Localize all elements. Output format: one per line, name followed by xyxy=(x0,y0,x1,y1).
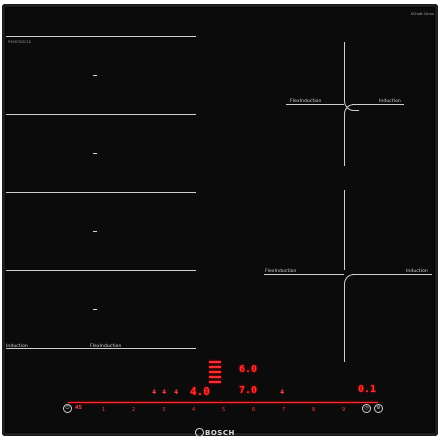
left-zone-divider-1 xyxy=(6,114,196,115)
scale-tick-5[interactable]: 5 xyxy=(222,407,225,413)
scale-tick-8[interactable]: 8 xyxy=(312,407,315,413)
zone-indicator-bar-2[interactable] xyxy=(209,366,221,368)
secondary-power-display: 7.0 xyxy=(239,385,258,396)
cooktop-surface: PXE875DC1E SChott Ceran Induction FlexIn… xyxy=(2,4,438,437)
zone-marker-3[interactable] xyxy=(93,231,97,232)
right-bottom-vertical-lower xyxy=(344,284,345,362)
scale-tick-4[interactable]: 4 xyxy=(192,407,195,413)
scale-tick-7[interactable]: 7 xyxy=(282,407,285,413)
left-zone-divider-2 xyxy=(6,192,196,193)
zone-marker-2[interactable] xyxy=(93,153,97,154)
power-button-icon[interactable]: ⏻ xyxy=(63,404,72,413)
right-top-vertical xyxy=(344,42,345,100)
left-small-display: 45 xyxy=(75,405,82,411)
zone-indicator-bar-5[interactable] xyxy=(209,381,221,383)
right-bottom-vertical xyxy=(344,190,345,270)
power-slider[interactable] xyxy=(68,402,378,403)
left-flexinduction-label: FlexInduction xyxy=(90,344,122,349)
zone-indicator-bar-4[interactable] xyxy=(209,376,221,378)
right-bottom-induction-label: Induction xyxy=(406,269,428,274)
zone-marker-1[interactable] xyxy=(93,75,97,76)
scale-tick-2[interactable]: 2 xyxy=(132,407,135,413)
right-bottom-horizontal-left xyxy=(264,274,344,275)
scale-tick-6[interactable]: 6 xyxy=(252,407,255,413)
zone-label-1[interactable]: 4 xyxy=(152,389,156,396)
left-induction-label: Induction xyxy=(6,344,28,349)
zone-marker-4[interactable] xyxy=(93,309,97,310)
scale-tick-1[interactable]: 1 xyxy=(102,407,105,413)
model-code: PXE875DC1E xyxy=(8,40,31,44)
settings-button-icon[interactable]: ⚙ xyxy=(374,404,383,413)
right-top-flex-label: FlexInduction xyxy=(290,99,322,104)
timer-display: 0.1 xyxy=(358,384,377,395)
right-top-induction-label: Induction xyxy=(379,99,401,104)
main-power-display: 4.0 xyxy=(190,385,210,398)
zone-label-4[interactable]: 4 xyxy=(280,389,284,396)
right-bottom-flex-label: FlexInduction xyxy=(265,269,297,274)
upper-power-display: 6.0 xyxy=(239,364,258,375)
bosch-logo-icon xyxy=(195,428,204,437)
zone-indicator-bar-1[interactable] xyxy=(209,361,221,363)
left-zone-divider-3 xyxy=(6,270,196,271)
left-zone-top-line xyxy=(6,36,196,37)
timer-button-icon[interactable]: ◷ xyxy=(362,404,371,413)
schott-ceran-mark: SChott Ceran xyxy=(410,12,434,16)
scale-tick-9[interactable]: 9 xyxy=(342,407,345,413)
scale-tick-3[interactable]: 3 xyxy=(162,407,165,413)
right-top-vertical-lower xyxy=(344,114,345,166)
right-top-horizontal-left xyxy=(286,104,344,105)
zone-indicator-bar-3[interactable] xyxy=(209,371,221,373)
right-bottom-curve xyxy=(344,274,359,289)
right-top-horizontal-right xyxy=(352,104,404,105)
brand-name: BOSCH xyxy=(205,429,235,437)
right-bottom-horizontal-right xyxy=(352,274,432,275)
zone-label-3[interactable]: 4 xyxy=(174,389,178,396)
zone-label-2[interactable]: 4 xyxy=(162,389,166,396)
right-top-lower-curve xyxy=(344,104,359,119)
